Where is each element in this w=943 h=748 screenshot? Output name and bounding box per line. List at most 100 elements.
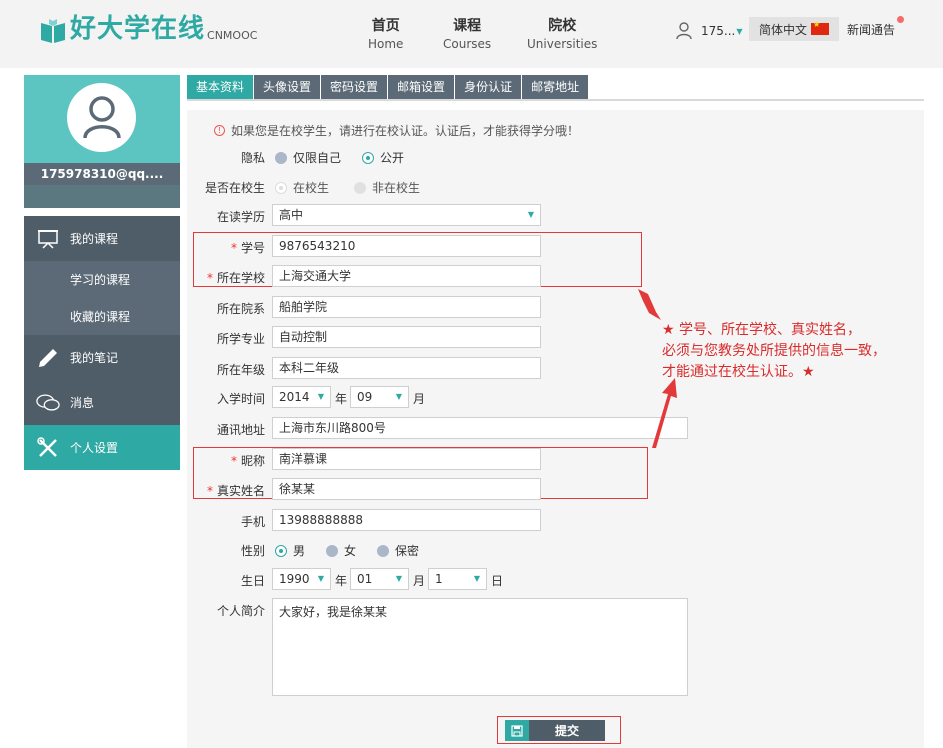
radio-label: 公开 (380, 151, 405, 165)
radio-label: 女 (344, 544, 357, 558)
user-menu[interactable]: 175... ▼ (676, 22, 743, 40)
major-input[interactable]: 自动控制 (272, 326, 541, 348)
bio-textarea[interactable]: 大家好，我是徐某某 (272, 598, 688, 696)
month-unit: 月 (413, 392, 426, 406)
news-link[interactable]: 新闻通告 (847, 21, 895, 38)
student-status-label: 是否在校生 (204, 181, 265, 195)
annotation-text: ★ 学号、所在学校、真实姓名， 必须与您教务处所提供的信息一致， 才能通过在校生… (662, 320, 932, 383)
student-yes-radio[interactable]: 在校生 (275, 179, 329, 196)
education-value: 高中 (279, 208, 304, 222)
radio-label: 仅限自己 (293, 151, 342, 165)
tab-mailing-address[interactable]: 邮寄地址 (522, 75, 589, 99)
sidebar-item-my-notes[interactable]: 我的笔记 (24, 335, 180, 380)
nav-home-cn: 首页 (371, 18, 400, 34)
gender-secret-radio[interactable]: 保密 (377, 542, 419, 559)
sidebar-item-messages[interactable]: 消息 (24, 380, 180, 425)
radio-unchecked-icon (326, 544, 338, 557)
radio-checked-icon (275, 544, 287, 557)
nav-universities-cn: 院校 (548, 18, 577, 34)
gender-male-radio[interactable]: 男 (275, 542, 305, 559)
phone-input[interactable]: 13988888888 (272, 509, 541, 531)
annotation-line-2: 必须与您教务处所提供的信息一致， (662, 343, 886, 359)
top-header: 好大学在线 CNMOOC 首页 Home 课程 Courses 院校 Unive… (0, 0, 943, 68)
profile-card: 175978310@qq.... (24, 75, 180, 208)
profile-strip (24, 185, 180, 208)
chat-bubble-icon (36, 392, 60, 414)
department-label: 所在院系 (216, 302, 265, 316)
user-icon (676, 22, 692, 40)
birthday-label: 生日 (240, 574, 265, 588)
radio-checked-icon (362, 151, 374, 164)
avatar[interactable] (67, 83, 136, 152)
nav-universities-en: Universities (527, 37, 598, 51)
presentation-board-icon (36, 228, 60, 250)
enroll-month-select[interactable]: 09 ▼ (350, 386, 409, 408)
nickname-label: * 昵称 (230, 454, 265, 468)
site-logo[interactable]: 好大学在线 CNMOOC (40, 14, 257, 44)
nav-universities[interactable]: 院校 Universities (527, 17, 597, 53)
birth-day-select[interactable]: 1 ▼ (428, 568, 487, 590)
student-id-input[interactable]: 9876543210 (272, 235, 541, 257)
pen-icon (36, 347, 60, 369)
birth-year-select[interactable]: 1990 ▼ (272, 568, 331, 590)
sidebar-item-label: 我的笔记 (70, 351, 119, 365)
sidebar-item-label: 我的课程 (70, 232, 119, 246)
grade-label: 所在年级 (216, 363, 265, 377)
sidebar-item-label: 学习的课程 (70, 273, 131, 287)
sidebar-item-learning-courses[interactable]: 学习的课程 (24, 261, 180, 298)
sidebar-item-my-courses[interactable]: 我的课程 (24, 216, 180, 261)
enroll-month-value: 09 (357, 390, 373, 404)
tab-identity[interactable]: 身份认证 (455, 75, 522, 99)
sidebar-item-label: 消息 (70, 396, 95, 410)
bio-label: 个人简介 (216, 604, 265, 618)
grade-input[interactable]: 本科二年级 (272, 357, 541, 379)
nickname-input[interactable]: 南洋慕课 (272, 448, 541, 470)
privacy-public-radio[interactable]: 公开 (362, 149, 404, 166)
nav-home-en: Home (368, 37, 404, 51)
phone-label: 手机 (240, 515, 265, 529)
birth-month-select[interactable]: 01 ▼ (350, 568, 409, 590)
nav-courses-en: Courses (443, 37, 492, 51)
sidebar-item-favorite-courses[interactable]: 收藏的课程 (24, 298, 180, 335)
caret-down-icon: ▼ (317, 392, 324, 401)
caret-down-icon: ▼ (736, 26, 743, 36)
radio-checked-disabled-icon (275, 181, 287, 194)
radio-label: 男 (293, 544, 306, 558)
realname-input[interactable]: 徐某某 (272, 478, 541, 500)
nav-home[interactable]: 首页 Home (368, 17, 403, 53)
annotation-line-3: 才能通过在校生认证。★ (662, 364, 815, 380)
school-input[interactable]: 上海交通大学 (272, 265, 541, 287)
radio-unchecked-icon (275, 151, 287, 164)
enroll-year-value: 2014 (279, 390, 310, 404)
avatar-user-icon (82, 95, 121, 138)
sidebar-item-personal-settings[interactable]: 个人设置 (24, 425, 180, 470)
submit-label: 提交 (554, 724, 579, 738)
sidebar-menu: 我的课程 学习的课程 收藏的课程 我的笔记 消息 个人设置 (24, 216, 180, 470)
notice-text: 如果您是在校学生，请进行在校认证。认证后，才能获得学分哦！ (231, 124, 580, 138)
notification-dot (897, 16, 904, 23)
sidebar-item-label: 收藏的课程 (70, 310, 131, 324)
major-label: 所学专业 (216, 332, 265, 346)
tab-basic-info[interactable]: 基本资料 (187, 75, 254, 99)
tab-email[interactable]: 邮箱设置 (388, 75, 455, 99)
warning-icon: ! (214, 125, 225, 136)
china-flag-icon (811, 20, 830, 35)
logo-subtitle: CNMOOC (207, 29, 258, 42)
address-input[interactable]: 上海市东川路800号 (272, 417, 688, 439)
student-no-radio[interactable]: 非在校生 (354, 179, 420, 196)
language-selector[interactable]: 简体中文 (749, 17, 839, 41)
privacy-self-radio[interactable]: 仅限自己 (275, 149, 341, 166)
save-icon (505, 720, 529, 741)
education-select[interactable]: 高中 ▼ (272, 204, 541, 226)
tools-icon (36, 436, 60, 459)
tab-avatar[interactable]: 头像设置 (254, 75, 321, 99)
year-unit: 年 (335, 574, 348, 588)
department-input[interactable]: 船舶学院 (272, 296, 541, 318)
school-label: * 所在学校 (206, 271, 265, 285)
address-label: 通讯地址 (216, 423, 265, 437)
nav-courses[interactable]: 课程 Courses (443, 17, 491, 53)
gender-female-radio[interactable]: 女 (326, 542, 356, 559)
tab-password[interactable]: 密码设置 (321, 75, 388, 99)
enroll-year-select[interactable]: 2014 ▼ (272, 386, 331, 408)
submit-button[interactable]: 提交 (505, 720, 605, 741)
